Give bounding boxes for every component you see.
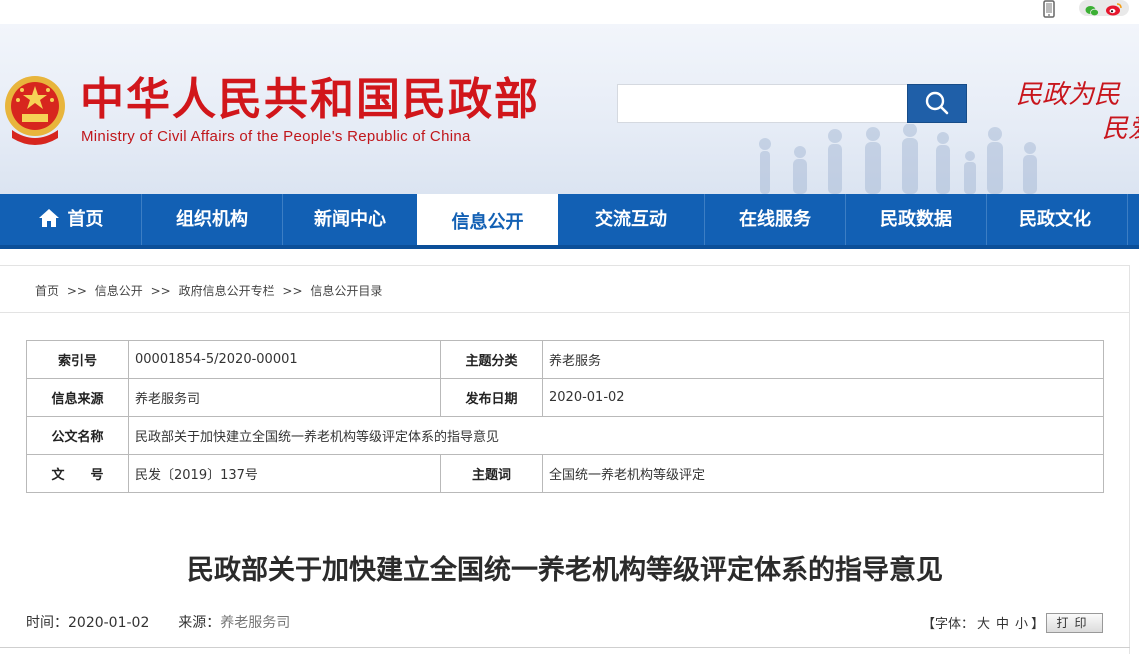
breadcrumb-info-disclosure[interactable]: 信息公开 [95, 284, 143, 298]
breadcrumb-separator: >> [282, 284, 303, 298]
main-nav: 首页 组织机构 新闻中心 信息公开 交流互动 在线服务 民政数据 民政文化 [0, 194, 1139, 245]
national-emblem-logo [5, 76, 65, 145]
print-button[interactable]: 打印 [1046, 613, 1103, 633]
table-row: 信息来源 养老服务司 发布日期 2020-01-02 [26, 378, 1104, 417]
keywords-label: 主题词 [440, 454, 543, 493]
nav-item-online-services[interactable]: 在线服务 [705, 194, 845, 245]
document-name-value: 民政部关于加快建立全国统一养老机构等级评定体系的指导意见 [128, 416, 1104, 455]
top-strip [0, 0, 1139, 24]
breadcrumb-info-catalog[interactable]: 信息公开目录 [310, 284, 382, 298]
site-title[interactable]: 中华人民共和国民政部 [80, 76, 540, 124]
wechat-icon[interactable] [1085, 2, 1099, 17]
search-input[interactable] [617, 84, 908, 123]
info-source-label: 信息来源 [26, 378, 129, 417]
article-info-line: 时间：2020-01-02 来源：养老服务司 [26, 612, 290, 632]
home-icon [38, 209, 59, 227]
weibo-icon[interactable] [1105, 1, 1123, 16]
source-label: 来源： [178, 615, 221, 631]
people-silhouette-decoration [759, 124, 1037, 194]
slogan-line-2: 民爱 [1102, 114, 1139, 144]
document-metadata-table: 索引号 00001854-5/2020-00001 主题分类 养老服务 信息来源… [26, 340, 1104, 493]
category-value: 养老服务 [542, 340, 1104, 379]
slogan-line-1: 民政为民 [1016, 80, 1121, 110]
table-row: 索引号 00001854-5/2020-00001 主题分类 养老服务 [26, 340, 1104, 379]
font-size-label-open: 【字体： [922, 617, 975, 632]
category-label: 主题分类 [440, 340, 543, 379]
site-subtitle-english: Ministry of Civil Affairs of the People'… [81, 128, 471, 145]
nav-item-home[interactable]: 首页 [0, 194, 141, 245]
source-value: 养老服务司 [220, 615, 291, 631]
breadcrumb-divider [0, 312, 1130, 313]
social-share-bar [1079, 0, 1129, 17]
site-header: 中华人民共和国民政部 Ministry of Civil Affairs of … [0, 24, 1139, 194]
nav-item-data[interactable]: 民政数据 [846, 194, 986, 245]
breadcrumb-home[interactable]: 首页 [35, 284, 59, 298]
mobile-phone-icon[interactable] [1040, 0, 1058, 18]
nav-bottom-border [0, 245, 1139, 249]
index-number-label: 索引号 [26, 340, 129, 379]
document-name-label: 公文名称 [26, 416, 129, 455]
search-icon [925, 91, 949, 115]
nav-label: 首页 [67, 209, 104, 230]
nav-item-info-disclosure[interactable]: 信息公开 [417, 194, 558, 245]
nav-item-interaction[interactable]: 交流互动 [558, 194, 704, 245]
search-button[interactable] [907, 84, 967, 123]
breadcrumb: 首页 >> 信息公开 >> 政府信息公开专栏 >> 信息公开目录 [35, 282, 386, 299]
table-row: 文 号 民发〔2019〕137号 主题词 全国统一养老机构等级评定 [26, 454, 1104, 493]
breadcrumb-separator: >> [150, 284, 171, 298]
publish-date-label: 发布日期 [440, 378, 543, 417]
index-number-value: 00001854-5/2020-00001 [128, 340, 441, 379]
table-row: 公文名称 民政部关于加快建立全国统一养老机构等级评定体系的指导意见 [26, 416, 1104, 455]
font-size-label-close: 】 [1031, 617, 1045, 632]
document-number-label: 文 号 [26, 454, 129, 493]
article-title: 民政部关于加快建立全国统一养老机构等级评定体系的指导意见 [187, 555, 943, 586]
font-size-small[interactable]: 小 [1015, 617, 1028, 632]
time-label: 时间： [26, 615, 68, 631]
publish-date-value: 2020-01-02 [542, 378, 1104, 417]
keywords-value: 全国统一养老机构等级评定 [542, 454, 1104, 493]
font-size-medium[interactable]: 中 [996, 617, 1009, 632]
nav-item-organization[interactable]: 组织机构 [142, 194, 282, 245]
breadcrumb-separator: >> [66, 284, 87, 298]
document-number-value: 民发〔2019〕137号 [128, 454, 441, 493]
info-divider [0, 647, 1130, 648]
info-source-value: 养老服务司 [128, 378, 441, 417]
nav-item-culture[interactable]: 民政文化 [987, 194, 1123, 245]
breadcrumb-gov-info-column[interactable]: 政府信息公开专栏 [179, 284, 275, 298]
font-size-tools: 【字体：大中小】 [922, 613, 1044, 632]
font-size-large[interactable]: 大 [977, 617, 990, 632]
time-value: 2020-01-02 [68, 615, 150, 631]
nav-item-news[interactable]: 新闻中心 [283, 194, 417, 245]
nav-separator [1127, 194, 1128, 245]
